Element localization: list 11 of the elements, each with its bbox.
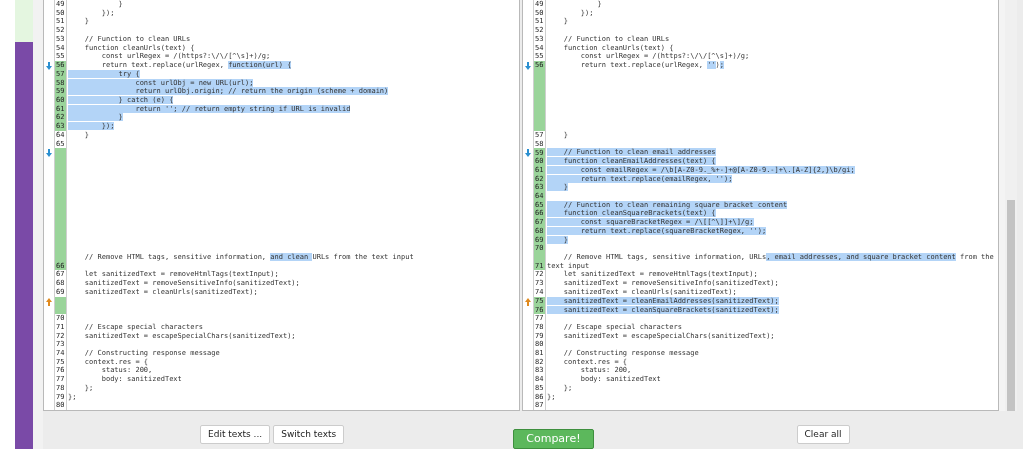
- arrow-down-icon[interactable]: [525, 61, 531, 70]
- arrow-down-icon[interactable]: [525, 149, 531, 158]
- arrow-up-icon[interactable]: [525, 297, 531, 306]
- arrow-down-icon[interactable]: [46, 61, 52, 70]
- arrow-down-icon[interactable]: [46, 149, 52, 158]
- scrollbar-thumb[interactable]: [1007, 200, 1015, 411]
- text-button[interactable]: Switch texts: [273, 424, 345, 444]
- sidebar-top-block: [15, 0, 33, 42]
- arrow-up-icon[interactable]: [46, 297, 52, 306]
- clear-button[interactable]: Clear all: [796, 424, 850, 444]
- text-button[interactable]: Edit texts ...: [200, 424, 271, 444]
